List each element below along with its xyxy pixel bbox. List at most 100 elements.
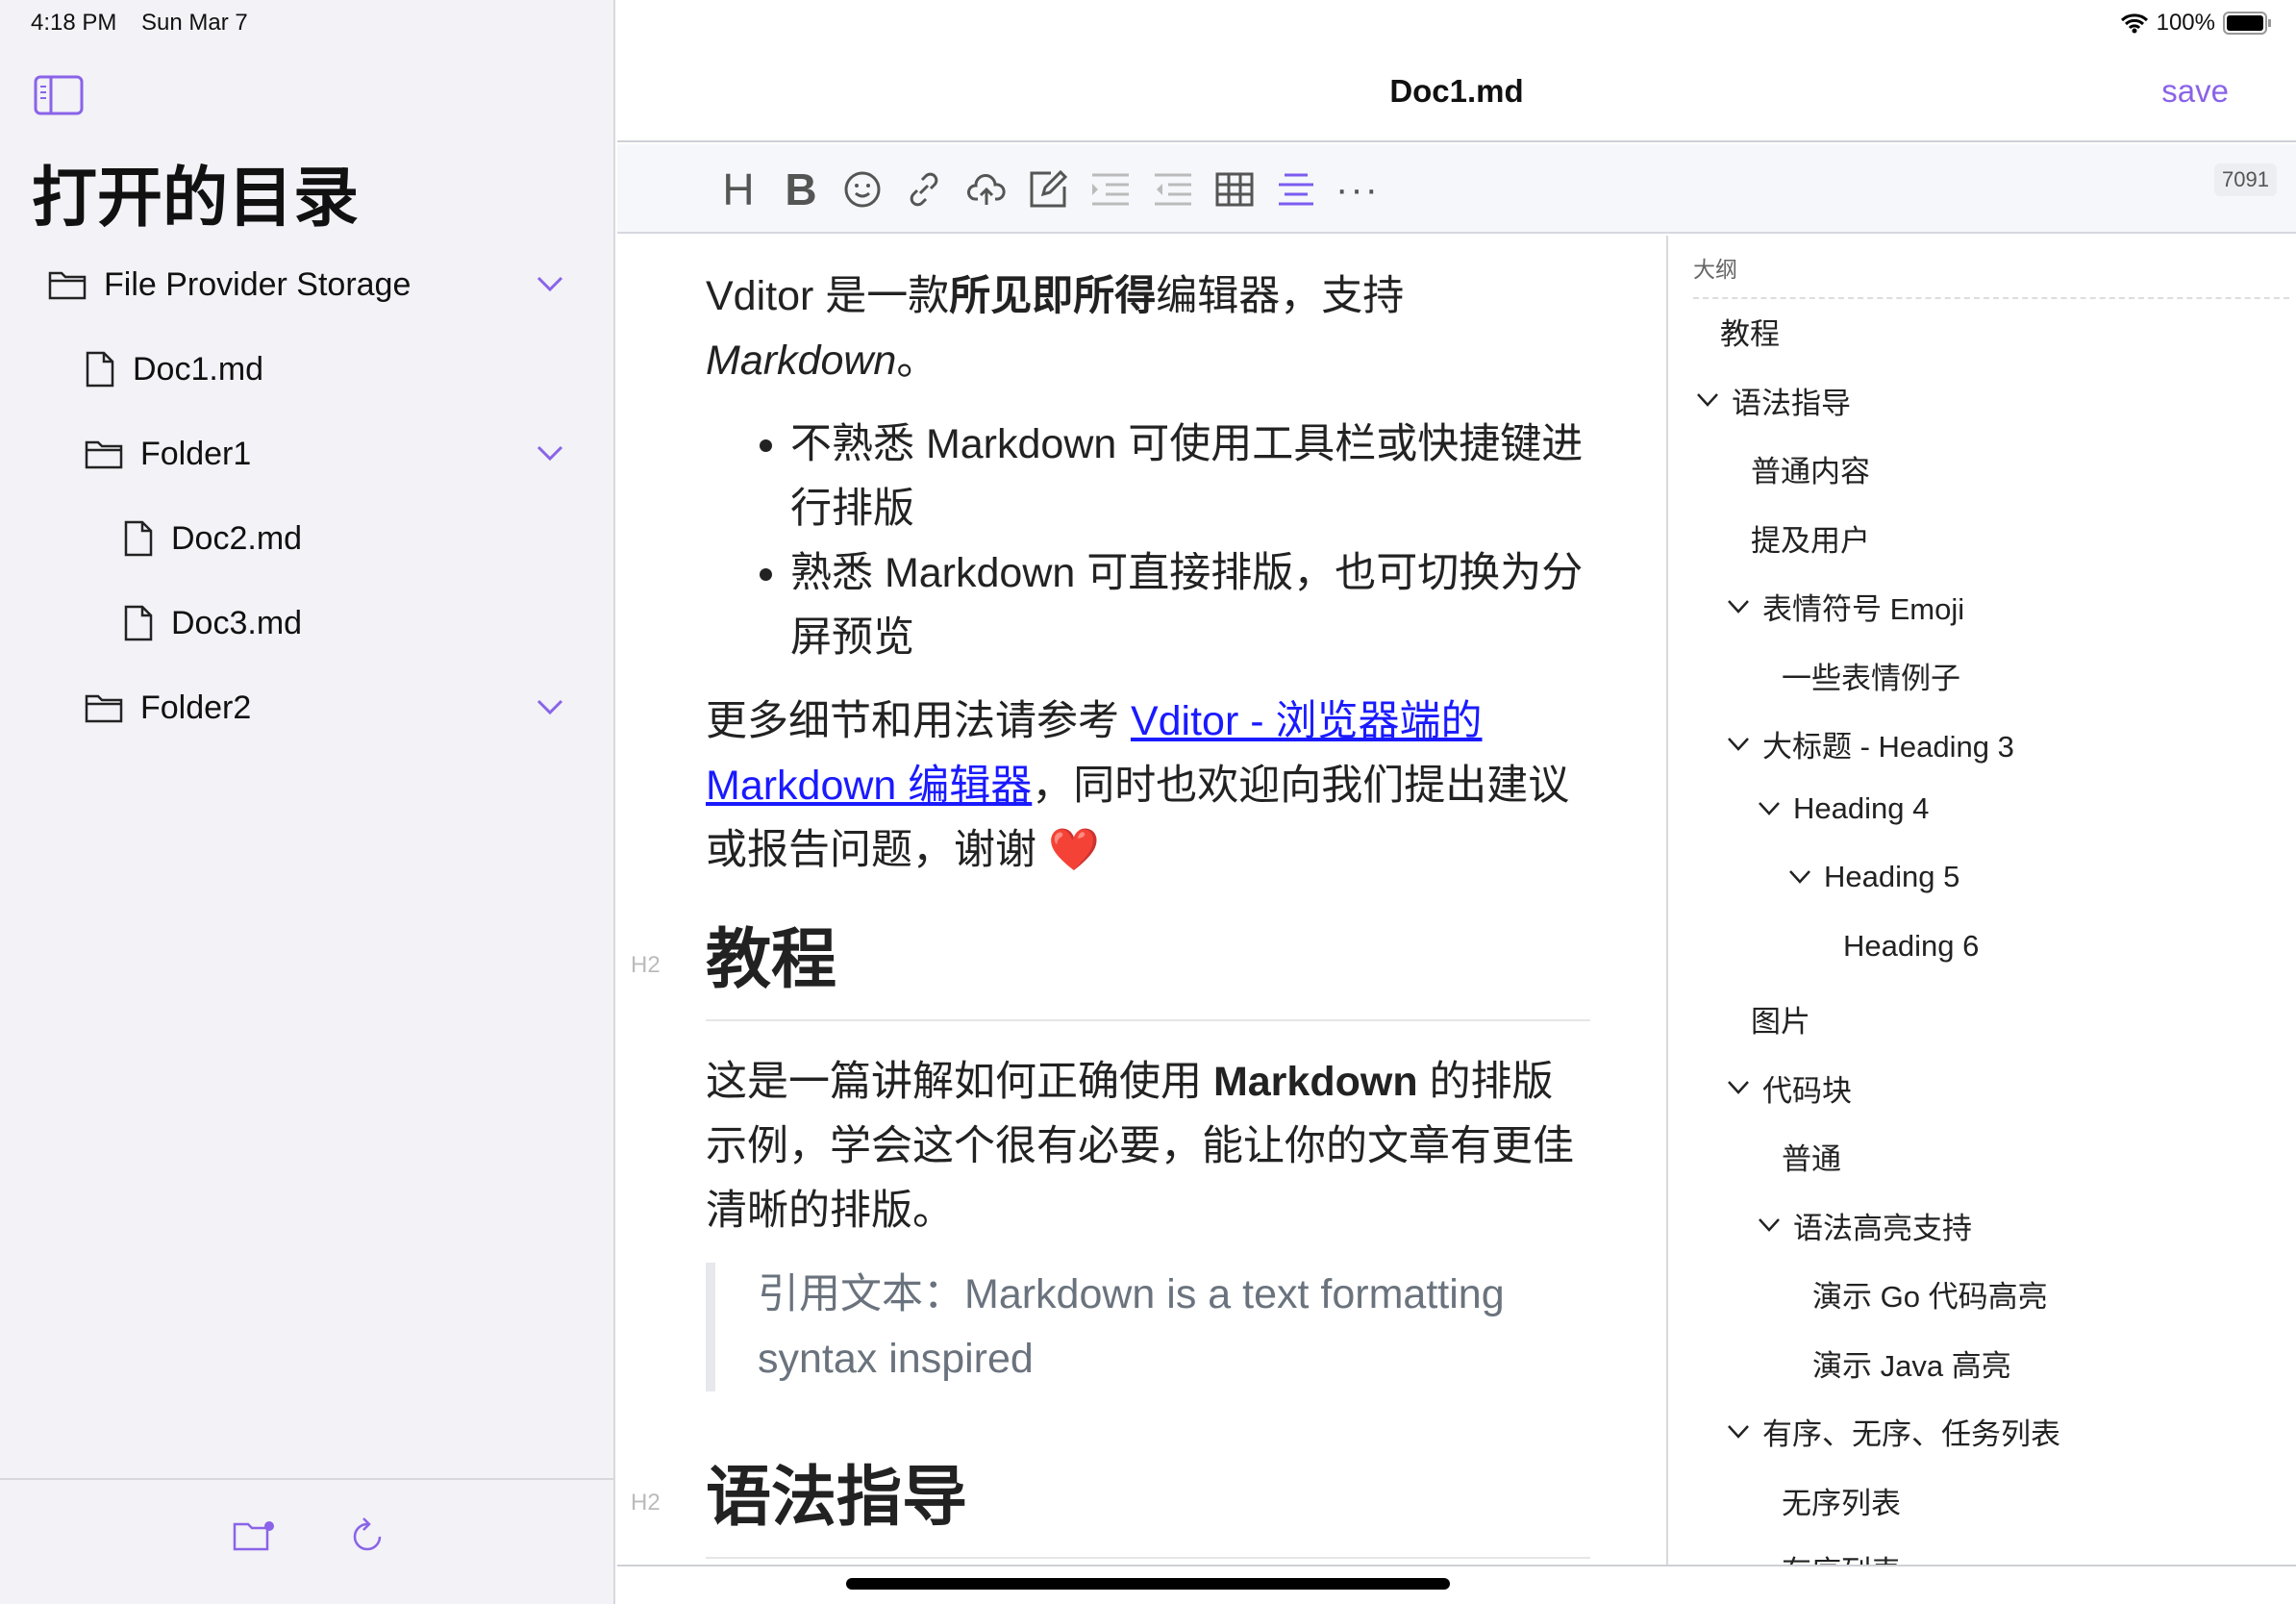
- outline-item[interactable]: 大标题 - Heading 3: [1726, 722, 2014, 765]
- outline-item[interactable]: 演示 Java 高亮: [1812, 1341, 2011, 1385]
- outline-item[interactable]: 代码块: [1726, 1066, 1852, 1110]
- paragraph: 更多细节和用法请参考 Vditor - 浏览器端的 Markdown 编辑器，同…: [706, 698, 1570, 873]
- chevron-down-icon[interactable]: [1757, 1216, 1782, 1235]
- link-icon[interactable]: [901, 165, 947, 213]
- battery-percent: 100%: [2156, 10, 2215, 36]
- outline-item[interactable]: 无序列表: [1782, 1479, 1901, 1522]
- outline-item-label: 代码块: [1762, 1073, 1852, 1108]
- outline-item-label: 演示 Java 高亮: [1812, 1348, 2011, 1383]
- heading-tutorial: H2 教程: [631, 912, 1590, 1021]
- emoji-icon[interactable]: [839, 165, 886, 213]
- more-icon[interactable]: ···: [1335, 165, 1381, 213]
- sidebar-item[interactable]: Folder2: [85, 679, 251, 737]
- outline-item[interactable]: 语法高亮支持: [1757, 1204, 1972, 1247]
- sidebar-item[interactable]: Doc1.md: [85, 340, 263, 398]
- outline-item-label: 一些表情例子: [1782, 661, 1960, 695]
- outline-item[interactable]: 演示 Go 代码高亮: [1812, 1272, 2048, 1316]
- outline-item-label: 语法指导: [1732, 386, 1851, 420]
- outline-panel: 大纲 教程语法指导普通内容提及用户表情符号 Emoji 一些表情例子大标题 - H…: [1670, 236, 2296, 1565]
- chevron-down-icon[interactable]: [535, 696, 565, 722]
- sidebar-item[interactable]: Folder1: [85, 425, 251, 483]
- outline-title: 大纲: [1693, 251, 2289, 299]
- refresh-icon[interactable]: [350, 1516, 385, 1560]
- outline-item[interactable]: 一些表情例子: [1782, 654, 1960, 697]
- outline-item-label: 有序、无序、任务列表: [1762, 1417, 2060, 1451]
- outline-item-label: 无序列表: [1782, 1486, 1901, 1520]
- outline-item-label: Heading 6: [1843, 928, 1980, 963]
- paragraph: Vditor 是一款所见即所得编辑器，支持 Markdown。: [706, 273, 1405, 384]
- sidebar-item[interactable]: Doc3.md: [123, 594, 302, 652]
- outdent-icon[interactable]: [1150, 165, 1196, 213]
- outline-item[interactable]: 普通内容: [1751, 447, 1870, 490]
- outline-item[interactable]: 有序、无序、任务列表: [1726, 1410, 2060, 1453]
- chevron-down-icon[interactable]: [1757, 799, 1782, 818]
- editor-area[interactable]: Vditor 是一款所见即所得编辑器，支持 Markdown。 不熟悉 Mark…: [617, 236, 1668, 1565]
- outline-item-label: 有序列表: [1782, 1547, 1901, 1565]
- file-icon: [124, 605, 153, 641]
- heading-icon[interactable]: H: [715, 164, 761, 214]
- outline-item-label: Heading 5: [1824, 860, 1960, 893]
- wifi-icon: [2120, 13, 2148, 34]
- save-button[interactable]: save: [2161, 73, 2229, 110]
- outline-item[interactable]: 提及用户: [1751, 516, 1870, 560]
- character-count: 7091: [2214, 163, 2277, 196]
- bold-icon[interactable]: B: [778, 164, 824, 214]
- file-icon: [86, 351, 114, 388]
- outline-icon[interactable]: [1273, 165, 1319, 213]
- outline-item-label: 教程: [1720, 317, 1780, 351]
- outline-item-label: Heading 4: [1793, 790, 1930, 825]
- outline-item[interactable]: 教程: [1720, 310, 1780, 353]
- sidebar-item-label: Doc2.md: [171, 519, 303, 557]
- list-item: 不熟悉 Markdown 可使用工具栏或快捷键进行排版: [790, 413, 1590, 541]
- editor-toolbar: H B ··· 7091: [617, 144, 2296, 234]
- chevron-down-icon[interactable]: [535, 273, 565, 299]
- folder-settings-icon[interactable]: [233, 1518, 277, 1558]
- folder-icon: [85, 694, 123, 723]
- outline-item[interactable]: 语法指导: [1695, 379, 1851, 422]
- sidebar-bottom-bar: [0, 1478, 615, 1604]
- heart-emoji: ❤️: [1047, 827, 1100, 873]
- sidebar-item-label: Doc3.md: [171, 604, 303, 641]
- outline-item[interactable]: Heading 4: [1757, 791, 1929, 826]
- outline-item[interactable]: 图片: [1751, 997, 1810, 1040]
- sidebar-item-label: Folder1: [140, 435, 252, 472]
- bullet-list: 不熟悉 Markdown 可使用工具栏或快捷键进行排版 熟悉 Markdown …: [790, 413, 1590, 670]
- outline-item-label: 大标题 - Heading 3: [1762, 730, 2014, 764]
- paragraph: 这是一篇讲解如何正确使用 Markdown 的排版示例，学会这个很有必要，能让你…: [706, 1059, 1574, 1234]
- sidebar-item[interactable]: File Provider Storage: [48, 256, 411, 313]
- outline-item[interactable]: 普通: [1782, 1135, 1841, 1178]
- home-indicator[interactable]: [846, 1578, 1450, 1590]
- outline-item-label: 普通内容: [1751, 455, 1870, 489]
- outline-item-label: 提及用户: [1751, 523, 1870, 558]
- outline-item-label: 语法高亮支持: [1793, 1211, 1972, 1245]
- outline-item[interactable]: 有序列表: [1782, 1547, 1901, 1565]
- sidebar-item-label: Folder2: [140, 689, 252, 726]
- outline-item[interactable]: Heading 5: [1787, 860, 1959, 894]
- chevron-down-icon[interactable]: [1726, 1078, 1751, 1097]
- chevron-down-icon[interactable]: [1726, 735, 1751, 754]
- chevron-down-icon[interactable]: [1726, 597, 1751, 616]
- outline-item-label: 演示 Go 代码高亮: [1812, 1280, 2048, 1314]
- folder-icon: [85, 440, 123, 469]
- chevron-down-icon[interactable]: [1695, 390, 1720, 410]
- indent-icon[interactable]: [1087, 165, 1134, 213]
- list-item: 熟悉 Markdown 可直接排版，也可切换为分屏预览: [790, 541, 1590, 670]
- outline-item[interactable]: 表情符号 Emoji: [1726, 585, 1964, 628]
- outline-item[interactable]: Heading 6: [1843, 929, 1979, 964]
- chevron-down-icon[interactable]: [1726, 1422, 1751, 1441]
- chevron-down-icon[interactable]: [1787, 867, 1812, 887]
- table-icon[interactable]: [1211, 165, 1258, 213]
- sidebar: 4:18 PM Sun Mar 7 打开的目录 File Provider St…: [0, 0, 615, 1604]
- edit-mode-icon[interactable]: [1025, 165, 1071, 213]
- sidebar-item-label: File Provider Storage: [104, 265, 412, 303]
- file-icon: [124, 520, 153, 557]
- chevron-down-icon[interactable]: [535, 442, 565, 468]
- status-time: 4:18 PM: [31, 10, 117, 36]
- upload-icon[interactable]: [963, 165, 1010, 213]
- heading-syntax-guide: H2 语法指导: [631, 1449, 1590, 1559]
- sidebar-toggle-icon[interactable]: [34, 75, 84, 120]
- battery-icon: [2223, 12, 2271, 35]
- sidebar-item[interactable]: Doc2.md: [123, 510, 302, 567]
- status-date: Sun Mar 7: [141, 10, 248, 36]
- folder-icon: [48, 271, 87, 300]
